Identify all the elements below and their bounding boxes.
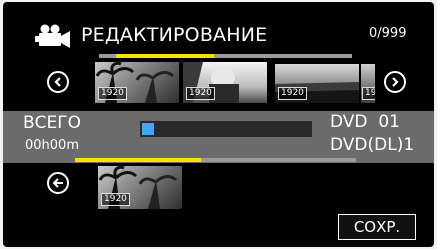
resolution-badge: 1920 (101, 193, 130, 206)
save-button[interactable]: СОХР. (338, 214, 416, 240)
resolution-badge: 1920 (278, 87, 307, 100)
selected-thumbnail[interactable]: 1920 (98, 166, 182, 209)
chevron-left-circle-icon (54, 77, 61, 87)
resolution-badge: 1920 (98, 87, 127, 100)
back-arrow-circle-icon (52, 178, 63, 188)
timeline-highlight-top (116, 54, 214, 58)
thumbnail-4[interactable]: 19 (361, 64, 375, 103)
page-title: РЕДАКТИРОВАНИЕ (81, 24, 268, 46)
resolution-badge: 1920 (186, 87, 215, 100)
chevron-right-circle-icon (392, 77, 399, 87)
clip-counter: 0/999 (369, 26, 407, 41)
back-button[interactable] (47, 172, 69, 194)
edit-screen: РЕДАКТИРОВАНИЕ 0/999 1920 1920 1920 19 В… (3, 2, 434, 247)
movie-camera-icon (35, 24, 70, 48)
thumbnail-1[interactable]: 1920 (95, 62, 179, 103)
capacity-progress-bar (140, 121, 312, 137)
timeline-highlight-bottom (75, 158, 201, 162)
disc-type-line2: DVD(DL)1 (330, 135, 415, 155)
progress-fill (142, 123, 154, 135)
total-label: ВСЕГО (23, 113, 82, 133)
resolution-badge: 19 (362, 87, 375, 100)
total-time: 00h00m (25, 138, 79, 153)
prev-page-button[interactable] (47, 71, 69, 93)
thumbnail-3[interactable]: 1920 (275, 64, 359, 103)
next-page-button[interactable] (384, 71, 406, 93)
thumbnail-2[interactable]: 1920 (183, 62, 267, 103)
disc-type-line1: DVD 01 (330, 112, 400, 132)
